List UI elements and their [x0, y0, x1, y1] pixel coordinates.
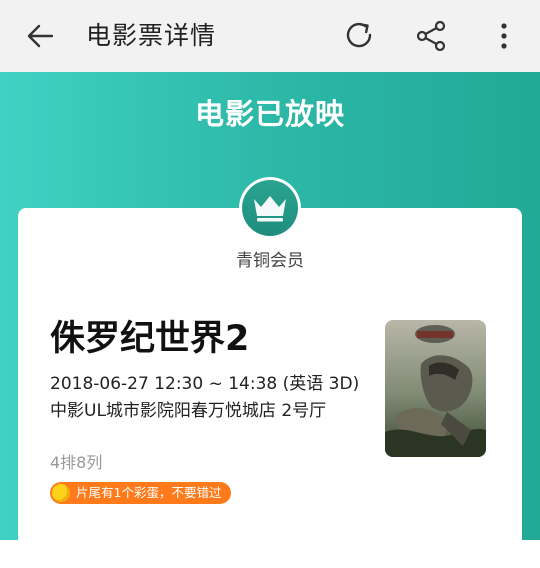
- page-title: 电影票详情: [86, 21, 217, 50]
- showtime: 2018-06-27 12:30 ~ 14:38 (英语 3D): [50, 374, 360, 394]
- member-badge: [239, 177, 301, 239]
- easter-egg-tip-label: 片尾有1个彩蛋，不要错过: [76, 485, 222, 500]
- back-arrow-icon[interactable]: [22, 18, 58, 54]
- easter-egg-tip[interactable]: 片尾有1个彩蛋，不要错过: [50, 482, 232, 504]
- crown-icon: [254, 196, 286, 222]
- cinema-hall: 中影UL城市影院阳春万悦城店 2号厅: [50, 401, 327, 421]
- seat-info: 4排8列: [50, 453, 103, 472]
- refresh-icon[interactable]: [341, 18, 377, 54]
- app-bar: 电影票详情: [0, 0, 540, 72]
- share-icon[interactable]: [413, 18, 449, 54]
- egg-icon: [52, 484, 70, 502]
- member-level: 青铜会员: [236, 251, 304, 271]
- movie-title: 侏罗纪世界2: [50, 319, 250, 359]
- more-vertical-icon[interactable]: [486, 18, 522, 54]
- movie-poster[interactable]: [385, 320, 486, 457]
- status-headline: 电影已放映: [194, 97, 345, 131]
